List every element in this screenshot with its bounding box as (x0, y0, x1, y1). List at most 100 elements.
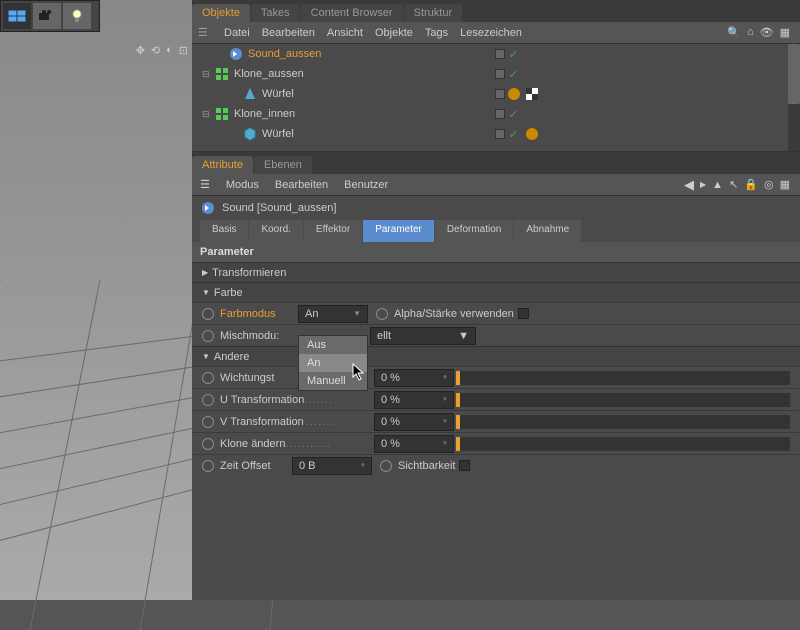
anim-radio[interactable] (376, 308, 388, 320)
expand-toggle[interactable]: ⊟ (202, 109, 214, 120)
panel-icon[interactable]: ▦ (780, 178, 790, 191)
anim-radio[interactable] (202, 460, 214, 472)
group-transformieren[interactable]: ▶Transformieren (192, 262, 800, 282)
menu-icon[interactable]: ☰ (198, 26, 212, 40)
menu-icon[interactable]: ☰ (200, 178, 210, 191)
visibility-toggle[interactable] (495, 109, 505, 119)
vtrans-field[interactable]: 0 %♦ (374, 413, 454, 431)
menu-modus[interactable]: Modus (226, 179, 259, 191)
object-name[interactable]: Klone_innen (234, 108, 295, 120)
enable-check-icon[interactable]: ✓ (509, 68, 518, 81)
sichtbarkeit-checkbox[interactable] (459, 460, 470, 471)
visibility-toggle[interactable] (495, 49, 505, 59)
menu-objekte[interactable]: Objekte (375, 27, 413, 39)
anim-radio[interactable] (380, 460, 392, 472)
tab-struktur[interactable]: Struktur (404, 4, 463, 22)
vtrans-slider[interactable] (456, 415, 790, 429)
option-aus[interactable]: Aus (299, 336, 367, 354)
viewport-3d[interactable]: ✥⟲◐⊡ (0, 0, 192, 600)
farbmodus-select[interactable]: An▼ (298, 305, 368, 323)
menu-bearbeiten[interactable]: Bearbeiten (275, 179, 328, 191)
anim-radio[interactable] (202, 394, 214, 406)
menu-lesezeichen[interactable]: Lesezeichen (460, 27, 522, 39)
utrans-slider[interactable] (456, 393, 790, 407)
object-hierarchy[interactable]: Sound_aussen ✓ ⊟ Klone_aussen ✓ Würfel ✓… (192, 44, 800, 152)
menu-benutzer[interactable]: Benutzer (344, 179, 388, 191)
anim-radio[interactable] (202, 416, 214, 428)
hierarchy-row-klone-innen[interactable]: ⊟ Klone_innen ✓ (192, 104, 800, 124)
ptab-koord[interactable]: Koord. (249, 220, 302, 242)
menu-datei[interactable]: Datei (224, 27, 250, 39)
ptab-parameter[interactable]: Parameter (363, 220, 434, 242)
hierarchy-row-wuerfel1[interactable]: Würfel ✓ (192, 84, 800, 104)
hierarchy-row-klone-aussen[interactable]: ⊟ Klone_aussen ✓ (192, 64, 800, 84)
enable-check-icon[interactable]: ✓ (509, 48, 518, 61)
hierarchy-row-sound[interactable]: Sound_aussen ✓ (192, 44, 800, 64)
viewport-nav-icons[interactable]: ✥⟲◐⊡ (136, 44, 188, 57)
object-name[interactable]: Klone_aussen (234, 68, 304, 80)
attributes-tabs: Attribute Ebenen (192, 152, 800, 174)
row-vtrans: V Transformation . . . . . . . 0 %♦ (192, 410, 800, 432)
enable-check-icon[interactable]: ✓ (509, 128, 518, 141)
view-grid-icon[interactable] (3, 3, 31, 29)
mischmodus-select[interactable]: ellt▼ (370, 327, 476, 345)
tab-attribute[interactable]: Attribute (192, 156, 253, 174)
visibility-toggle[interactable] (495, 129, 505, 139)
group-farbe[interactable]: ▼Farbe (192, 282, 800, 302)
menu-bearbeiten[interactable]: Bearbeiten (262, 27, 315, 39)
spinner-icon[interactable]: ♦ (443, 372, 447, 384)
enable-check-icon[interactable]: ✓ (509, 108, 518, 121)
expand-toggle[interactable]: ⊟ (202, 69, 214, 80)
material-tag-icon[interactable] (506, 86, 522, 102)
search-icon[interactable]: ↖ (729, 178, 738, 191)
hierarchy-scrollbar[interactable] (788, 44, 800, 151)
home-icon[interactable]: ⌂ (747, 26, 754, 39)
farbmodus-dropdown-popup[interactable]: Aus An Manuell (298, 335, 368, 391)
object-name[interactable]: Sound_aussen (248, 48, 321, 60)
panel-icon[interactable]: ▦ (780, 26, 790, 39)
lock-icon[interactable]: 🔒 (744, 178, 758, 191)
nav-up-icon[interactable]: ▲ (712, 179, 723, 191)
menu-ansicht[interactable]: Ansicht (327, 27, 363, 39)
ptab-effektor[interactable]: Effektor (304, 220, 362, 242)
zeit-field[interactable]: 0 B♦ (292, 457, 372, 475)
nav-back-icon[interactable]: ◀ (684, 177, 694, 193)
utrans-field[interactable]: 0 %♦ (374, 391, 454, 409)
object-name[interactable]: Würfel (262, 88, 294, 100)
spinner-icon[interactable]: ♦ (443, 438, 447, 450)
anim-radio[interactable] (202, 308, 214, 320)
eye-icon[interactable]: 👁 (760, 26, 774, 39)
anim-radio[interactable] (202, 372, 214, 384)
option-manuell[interactable]: Manuell (299, 372, 367, 390)
visibility-toggle[interactable] (495, 69, 505, 79)
light-icon[interactable] (63, 3, 91, 29)
spinner-icon[interactable]: ♦ (443, 416, 447, 428)
option-an[interactable]: An (299, 354, 367, 372)
alpha-checkbox[interactable] (518, 308, 529, 319)
ptab-basis[interactable]: Basis (200, 220, 248, 242)
object-name[interactable]: Würfel (262, 128, 294, 140)
ptab-abnahme[interactable]: Abnahme (514, 220, 581, 242)
tab-content-browser[interactable]: Content Browser (301, 4, 403, 22)
anim-radio[interactable] (202, 330, 214, 342)
camera-icon[interactable] (33, 3, 61, 29)
visibility-toggle[interactable] (495, 89, 505, 99)
anim-radio[interactable] (202, 438, 214, 450)
menu-tags[interactable]: Tags (425, 27, 448, 39)
ptab-deformation[interactable]: Deformation (435, 220, 513, 242)
target-icon[interactable]: ◎ (764, 178, 774, 191)
spinner-icon[interactable]: ♦ (443, 394, 447, 406)
tab-objekte[interactable]: Objekte (192, 4, 250, 22)
klone-field[interactable]: 0 %♦ (374, 435, 454, 453)
hierarchy-row-wuerfel2[interactable]: Würfel ✓ (192, 124, 800, 144)
spinner-icon[interactable]: ♦ (361, 460, 365, 472)
texture-tag-icon[interactable] (524, 86, 540, 102)
wichtung-field[interactable]: 0 %♦ (374, 369, 454, 387)
group-andere[interactable]: ▼Andere (192, 346, 800, 366)
material-tag-icon[interactable] (524, 126, 540, 142)
tab-ebenen[interactable]: Ebenen (254, 156, 312, 174)
search-icon[interactable]: 🔍 (727, 26, 741, 39)
tab-takes[interactable]: Takes (251, 4, 300, 22)
wichtung-slider[interactable] (456, 371, 790, 385)
klone-slider[interactable] (456, 437, 790, 451)
